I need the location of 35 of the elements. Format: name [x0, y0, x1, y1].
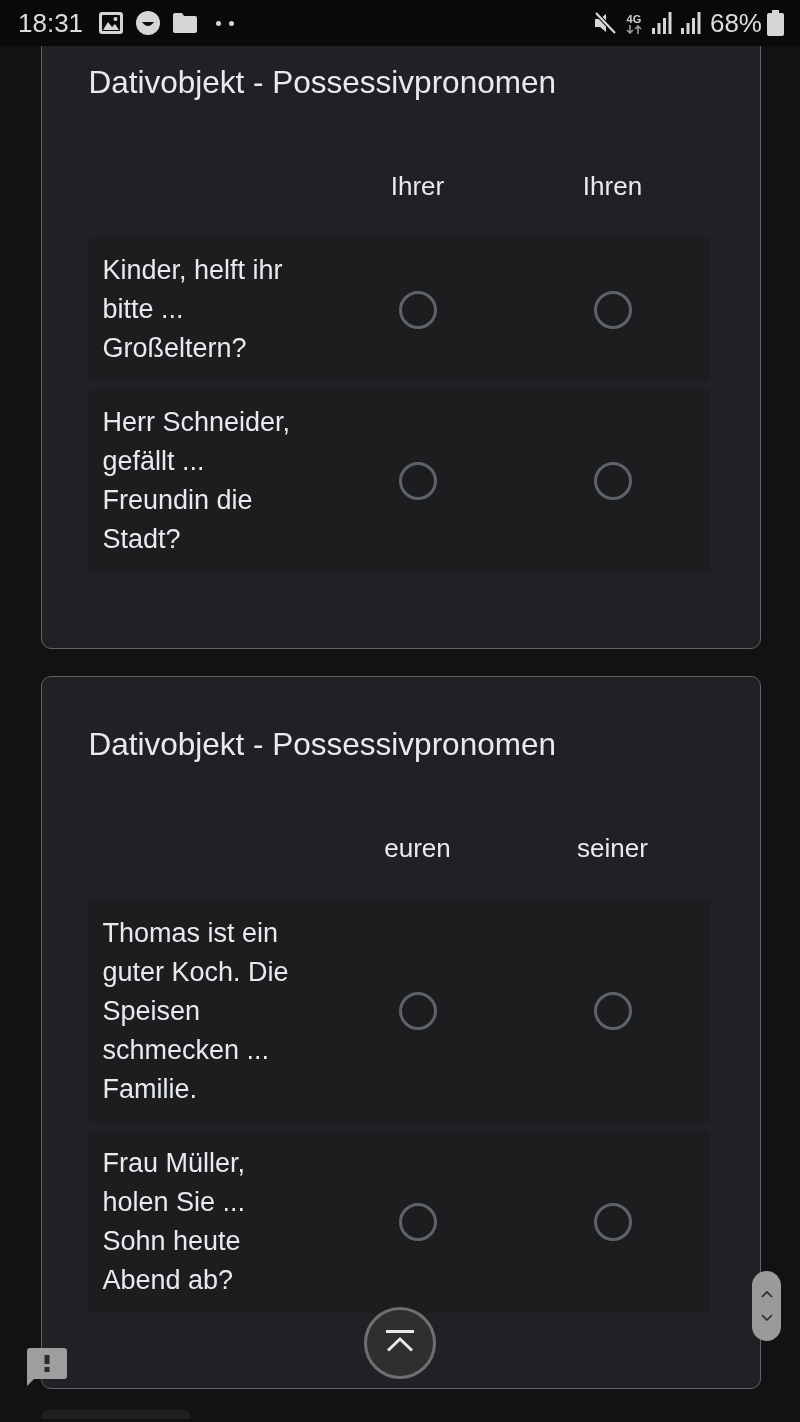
- smiley-icon: [136, 11, 161, 35]
- fast-scroll-handle[interactable]: [752, 1271, 781, 1341]
- scroll-top-icon: [385, 1330, 415, 1352]
- folder-icon: [173, 13, 198, 33]
- question-text: Herr Schneider, gefällt ... Freundin die Stadt?: [102, 406, 292, 556]
- radio-button[interactable]: [398, 992, 437, 1030]
- column-header: Ihren: [582, 169, 643, 203]
- signal-icon: [651, 12, 672, 34]
- question-text: Frau Müller, holen Sie ... Sohn heute Abend ab?: [102, 1146, 247, 1297]
- radio-button[interactable]: [593, 462, 632, 500]
- radio-button[interactable]: [398, 290, 437, 329]
- battery-percent: 68%: [709, 7, 762, 39]
- signal-icon: [680, 12, 701, 34]
- section-title: Dativobjekt - Possessivpronomen: [88, 725, 556, 764]
- more-dots-icon: [216, 20, 235, 26]
- status-time: 18:31: [18, 7, 84, 39]
- battery-icon: [767, 10, 784, 36]
- column-header: euren: [384, 832, 451, 865]
- radio-button[interactable]: [593, 992, 632, 1030]
- question-text: Kinder, helft ihr bitte ... Großeltern?: [102, 254, 284, 365]
- question-text: Thomas ist ein guter Koch. Die Speisen schmecken ... Familie.: [102, 916, 290, 1106]
- data-arrows-icon: [625, 24, 642, 34]
- radio-button[interactable]: [398, 462, 437, 500]
- radio-button[interactable]: [398, 1202, 437, 1241]
- column-header: seiner: [577, 832, 648, 865]
- chevron-down-icon: [760, 1314, 773, 1321]
- radio-button[interactable]: [593, 290, 632, 329]
- column-header: Ihrer: [390, 169, 445, 203]
- section-title: Dativobjekt - Possessivpronomen: [88, 62, 556, 102]
- network-type: 4G: [626, 12, 642, 25]
- mute-icon: [592, 11, 617, 35]
- radio-button[interactable]: [593, 1202, 632, 1241]
- image-icon: [99, 12, 124, 34]
- chevron-up-icon: [760, 1291, 773, 1298]
- feedback-icon[interactable]: [27, 1348, 67, 1386]
